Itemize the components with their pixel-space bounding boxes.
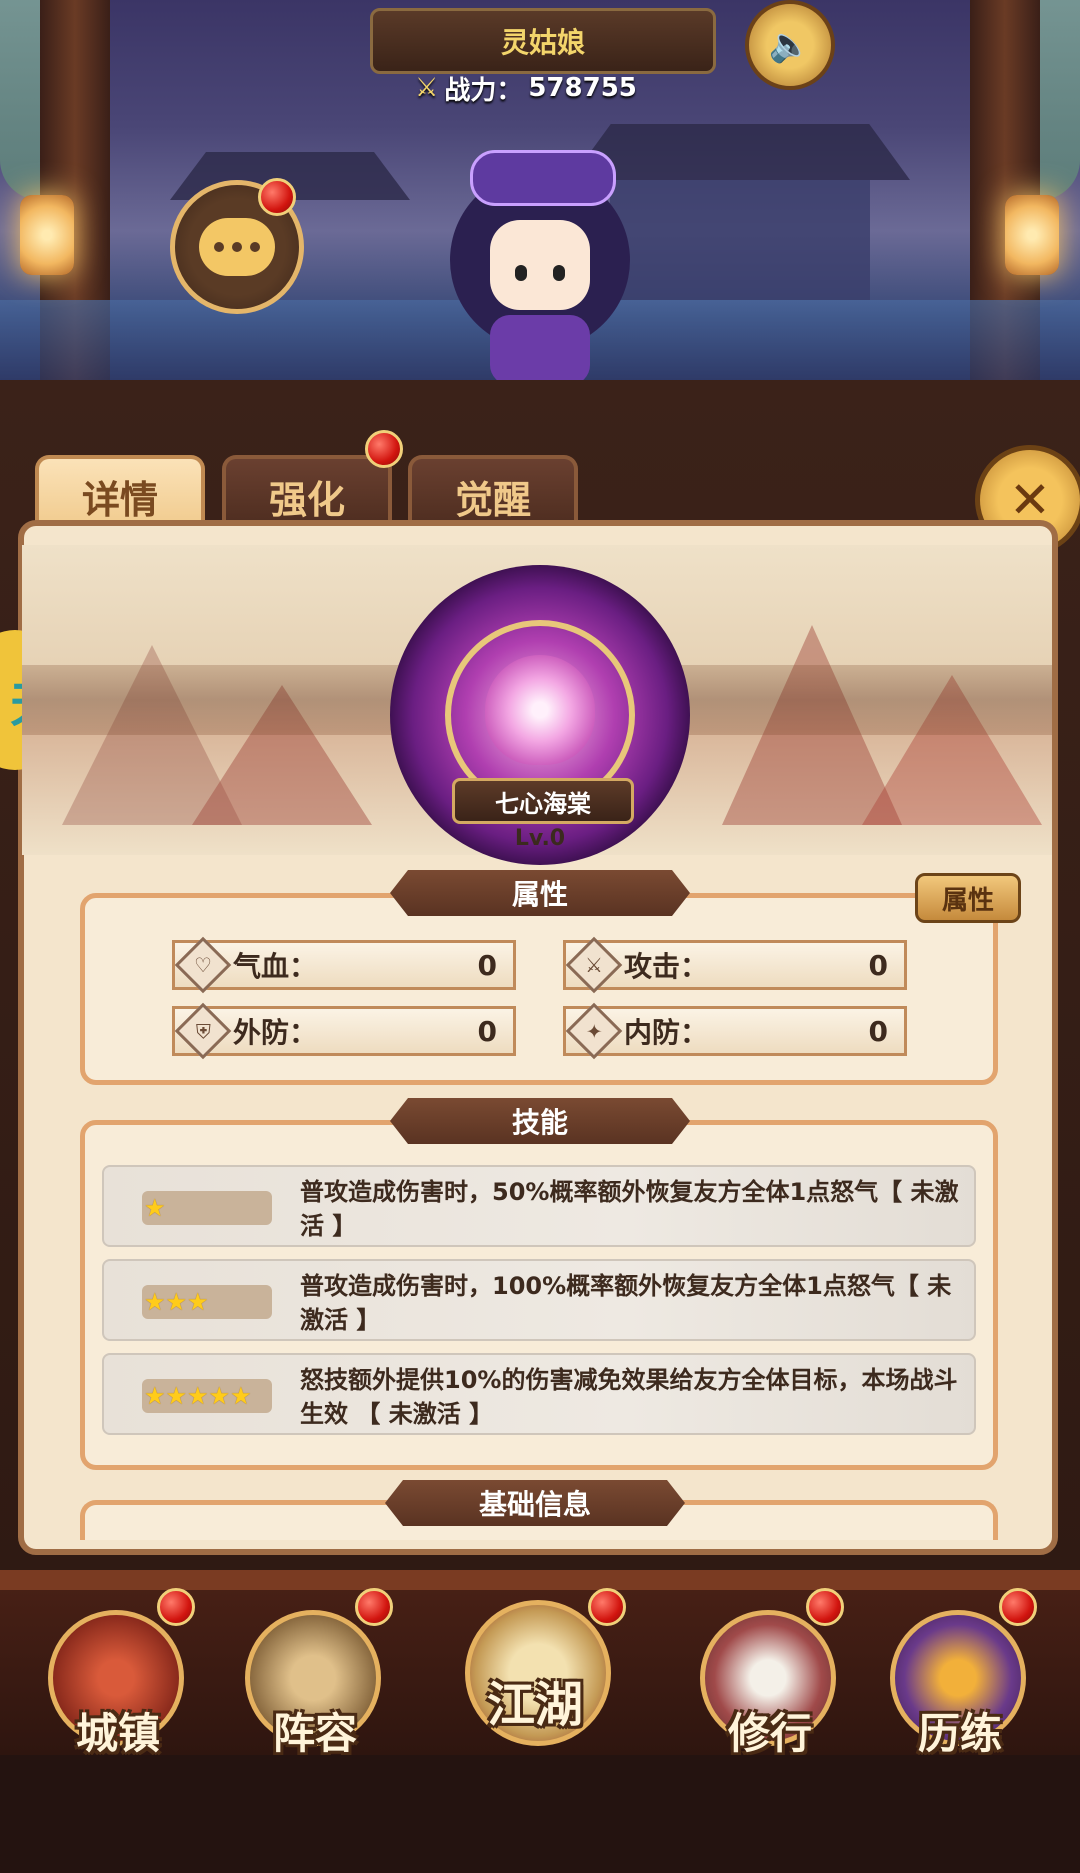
star-icon: ★ (165, 1288, 188, 1316)
stat-attack: ⚔ 攻击： 0 (563, 936, 907, 994)
character-name-plate: 灵姑娘 (370, 8, 716, 74)
heart-icon: ♡ (174, 936, 232, 994)
nav-trial[interactable]: 历练 (890, 1610, 1030, 1758)
skill-row: ★ ★ ★ ★ ★ 怒技额外提供10%的伤害减免效果给友方全体目标，本场战斗生效 【 未… (102, 1353, 976, 1435)
stat-hp-value: 0 (477, 948, 497, 982)
star-icon: ★ (187, 1382, 209, 1410)
attributes-button-label: 属性 (941, 885, 994, 916)
star-rating: ★ ★ ★ (142, 1285, 272, 1319)
nav-lineup-label: 阵容 (272, 1709, 357, 1758)
shield-icon: ⛨ (174, 1002, 232, 1060)
power-value: 578755 (528, 73, 637, 103)
jianghu-notification-dot (588, 1588, 626, 1626)
star-icon: ★ (208, 1382, 231, 1410)
stat-hp: ♡ 气血： 0 (172, 936, 516, 994)
character-name: 灵姑娘 (500, 26, 585, 59)
stat-inner-defense-label: 内防： (624, 1016, 709, 1049)
stat-attack-value: 0 (868, 948, 888, 982)
nav-town[interactable]: 城镇 (48, 1610, 188, 1758)
nav-jianghu[interactable]: 江湖 (465, 1600, 615, 1750)
lantern-left (20, 195, 74, 275)
stat-inner-defense: ✦ 内防： 0 (563, 1002, 907, 1060)
star-rating: ★ ★ ★ ★ ★ (142, 1379, 272, 1413)
star-icon: ★ (165, 1382, 188, 1410)
attributes-title-text: 属性 (511, 878, 568, 911)
lantern-right (1005, 195, 1059, 275)
skill-level: Lv.0 (514, 825, 566, 851)
stat-outer-defense-label: 外防： (233, 1016, 318, 1049)
skills-title: 技能 (390, 1098, 690, 1144)
skill-row: ★ 普攻造成伤害时，50%概率额外恢复友方全体1点怒气【 未激活 】 (102, 1165, 976, 1247)
tab-awaken-label: 觉醒 (454, 477, 531, 522)
skill-name-text: 七心海棠 (495, 789, 591, 818)
skill-description: 普攻造成伤害时，50%概率额外恢复友方全体1点怒气【 未激活 】 (300, 1178, 959, 1240)
star-icon: ★ (187, 1288, 209, 1316)
nav-town-label: 城镇 (75, 1709, 160, 1758)
basic-info-title-text: 基础信息 (478, 1488, 591, 1521)
stat-hp-label: 气血： (233, 950, 318, 983)
footer-area (0, 1755, 1080, 1873)
speaker-icon: 🔈 (768, 25, 812, 65)
skill-name: 七心海棠 (452, 778, 634, 824)
stat-inner-defense-value: 0 (868, 1014, 888, 1048)
nav-jianghu-label: 江湖 (486, 1677, 583, 1733)
star-icon: ★ (230, 1382, 252, 1410)
star-icon: ★ (144, 1194, 166, 1222)
hero-character (440, 150, 640, 400)
skill-row: ★ ★ ★ 普攻造成伤害时，100%概率额外恢复友方全体1点怒气【 未激活 】 (102, 1259, 976, 1341)
trial-notification-dot (999, 1588, 1037, 1626)
power-label: 战力： (444, 75, 523, 106)
combat-power: ⚔ 战力： 578755 (415, 70, 675, 106)
skills-title-text: 技能 (511, 1106, 568, 1139)
nav-trial-label: 历练 (917, 1709, 1002, 1758)
chat-bubble-icon (199, 218, 275, 276)
stat-outer-defense-value: 0 (477, 1014, 497, 1048)
star-icon: ★ (144, 1288, 166, 1316)
lineup-notification-dot (355, 1588, 393, 1626)
stat-attack-label: 攻击： (624, 950, 709, 983)
sound-toggle-button[interactable]: 🔈 (745, 0, 835, 90)
skill-description: 普攻造成伤害时，100%概率额外恢复友方全体1点怒气【 未激活 】 (300, 1272, 952, 1334)
tab-details-label: 详情 (81, 477, 158, 522)
lotus-icon (485, 655, 595, 765)
nav-cultivation[interactable]: 修行 (700, 1610, 840, 1758)
chat-notification-dot (258, 178, 296, 216)
star-rating: ★ (142, 1191, 272, 1225)
sword-icon: ⚔ (565, 936, 623, 994)
nav-cultivation-label: 修行 (727, 1709, 812, 1758)
town-notification-dot (157, 1588, 195, 1626)
tab-enhance-label: 强化 (268, 477, 345, 522)
cultivation-notification-dot (806, 1588, 844, 1626)
star-icon: ★ (144, 1382, 166, 1410)
nav-lineup[interactable]: 阵容 (245, 1610, 385, 1758)
stat-outer-defense: ⛨ 外防： 0 (172, 1002, 516, 1060)
basic-info-title: 基础信息 (385, 1480, 685, 1526)
attributes-title: 属性 (390, 870, 690, 916)
skill-description: 怒技额外提供10%的伤害减免效果给友方全体目标，本场战斗生效 【 未激活 】 (300, 1366, 958, 1428)
attributes-button[interactable]: 属性 (915, 873, 1021, 923)
enhance-notification-dot (365, 430, 403, 468)
flame-icon: ✦ (565, 1002, 623, 1060)
crossed-swords-icon: ⚔ (415, 73, 439, 103)
